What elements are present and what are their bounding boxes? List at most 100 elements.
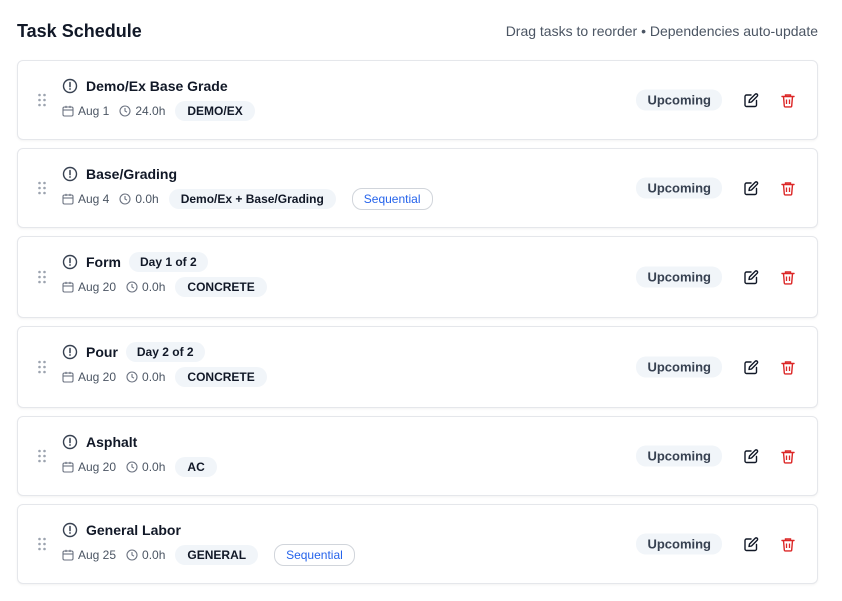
edit-icon: [744, 269, 759, 284]
task-content: General Labor Aug 25 0.0h GENERAL Sequen…: [62, 519, 355, 566]
edit-button[interactable]: [742, 91, 760, 109]
status-badge: Upcoming: [636, 266, 722, 288]
task-content: Form Day 1 of 2 Aug 20 0.0h CONCRETE: [62, 251, 283, 298]
grip-vertical-icon[interactable]: [37, 537, 47, 551]
clock-icon: [119, 193, 131, 205]
task-actions: Upcoming: [636, 266, 797, 288]
delete-button[interactable]: [779, 91, 797, 109]
task-hours: 24.0h: [119, 104, 165, 118]
task-name: Asphalt: [86, 434, 138, 450]
alert-circle-icon: [62, 434, 78, 450]
task-name: General Labor: [86, 522, 181, 538]
task-card[interactable]: Form Day 1 of 2 Aug 20 0.0h CONCRETE Upc…: [17, 236, 818, 318]
task-tag: Demo/Ex + Base/Grading: [168, 189, 336, 209]
schedule-header: Task Schedule Drag tasks to reorder • De…: [17, 18, 818, 44]
day-badge: Day 1 of 2: [129, 252, 208, 272]
task-name: Base/Grading: [86, 166, 178, 182]
trash-icon: [781, 93, 795, 108]
calendar-icon: [62, 281, 74, 293]
task-content: Pour Day 2 of 2 Aug 20 0.0h CONCRETE: [62, 341, 283, 388]
edit-button[interactable]: [742, 447, 760, 465]
day-badge: Day 2 of 2: [125, 342, 205, 362]
task-tag: CONCRETE: [175, 367, 267, 387]
task-card[interactable]: Pour Day 2 of 2 Aug 20 0.0h CONCRETE Upc…: [17, 326, 818, 408]
task-tag: DEMO/EX: [175, 101, 255, 121]
calendar-icon: [62, 371, 74, 383]
grip-vertical-icon[interactable]: [37, 360, 47, 374]
trash-icon: [781, 181, 795, 196]
task-hours: 0.0h: [126, 280, 165, 294]
trash-icon: [781, 360, 795, 375]
delete-button[interactable]: [779, 358, 797, 376]
task-card[interactable]: Asphalt Aug 20 0.0h AC Upcoming: [17, 416, 818, 496]
trash-icon: [781, 537, 795, 552]
task-date: Aug 25: [62, 548, 116, 562]
task-content: Base/Grading Aug 4 0.0h Demo/Ex + Base/G…: [62, 163, 433, 210]
alert-circle-icon: [62, 78, 78, 94]
clock-icon: [119, 105, 131, 117]
calendar-icon: [62, 193, 74, 205]
task-content: Demo/Ex Base Grade Aug 1 24.0h DEMO/EX: [62, 75, 271, 122]
edit-icon: [744, 359, 759, 374]
calendar-icon: [62, 105, 74, 117]
task-actions: Upcoming: [636, 533, 797, 555]
task-card[interactable]: Demo/Ex Base Grade Aug 1 24.0h DEMO/EX U…: [17, 60, 818, 140]
task-card[interactable]: Base/Grading Aug 4 0.0h Demo/Ex + Base/G…: [17, 148, 818, 228]
task-name: Pour: [86, 344, 118, 360]
task-card[interactable]: General Labor Aug 25 0.0h GENERAL Sequen…: [17, 504, 818, 584]
task-date: Aug 4: [62, 192, 109, 206]
sequential-badge: Sequential: [274, 544, 355, 566]
task-actions: Upcoming: [636, 445, 797, 467]
alert-circle-icon: [62, 166, 78, 182]
task-tag: CONCRETE: [175, 277, 267, 297]
task-hours: 0.0h: [119, 192, 159, 206]
alert-circle-icon: [62, 522, 78, 538]
status-badge: Upcoming: [636, 356, 722, 378]
grip-vertical-icon[interactable]: [37, 270, 47, 284]
delete-button[interactable]: [779, 268, 797, 286]
task-hours: 0.0h: [126, 548, 165, 562]
edit-icon: [744, 180, 759, 195]
task-actions: Upcoming: [636, 177, 797, 199]
grip-vertical-icon[interactable]: [37, 93, 47, 107]
task-name: Form: [86, 254, 121, 270]
task-actions: Upcoming: [636, 356, 797, 378]
delete-button[interactable]: [779, 535, 797, 553]
alert-circle-icon: [62, 344, 78, 360]
task-hours: 0.0h: [126, 460, 165, 474]
sequential-badge: Sequential: [351, 188, 433, 210]
delete-button[interactable]: [779, 447, 797, 465]
delete-button[interactable]: [779, 179, 797, 197]
task-hours: 0.0h: [126, 370, 165, 384]
clock-icon: [126, 281, 138, 293]
task-date: Aug 20: [62, 370, 116, 384]
calendar-icon: [62, 549, 74, 561]
edit-button[interactable]: [742, 358, 760, 376]
reorder-hint: Drag tasks to reorder • Dependencies aut…: [505, 23, 818, 39]
grip-vertical-icon[interactable]: [37, 449, 47, 463]
trash-icon: [781, 270, 795, 285]
edit-button[interactable]: [742, 179, 760, 197]
edit-icon: [744, 448, 759, 463]
edit-icon: [744, 536, 759, 551]
task-date: Aug 20: [62, 460, 116, 474]
task-tag: AC: [175, 457, 217, 477]
status-badge: Upcoming: [636, 89, 722, 111]
task-date: Aug 20: [62, 280, 116, 294]
edit-button[interactable]: [742, 268, 760, 286]
task-actions: Upcoming: [636, 89, 797, 111]
status-badge: Upcoming: [636, 177, 722, 199]
grip-vertical-icon[interactable]: [37, 181, 47, 195]
clock-icon: [126, 371, 138, 383]
status-badge: Upcoming: [636, 445, 722, 467]
alert-circle-icon: [62, 254, 78, 270]
task-tag: GENERAL: [175, 545, 259, 565]
task-name: Demo/Ex Base Grade: [86, 78, 228, 94]
edit-button[interactable]: [742, 535, 760, 553]
trash-icon: [781, 449, 795, 464]
calendar-icon: [62, 461, 74, 473]
task-content: Asphalt Aug 20 0.0h AC: [62, 431, 233, 478]
task-date: Aug 1: [62, 104, 109, 118]
edit-icon: [744, 92, 759, 107]
clock-icon: [126, 549, 138, 561]
